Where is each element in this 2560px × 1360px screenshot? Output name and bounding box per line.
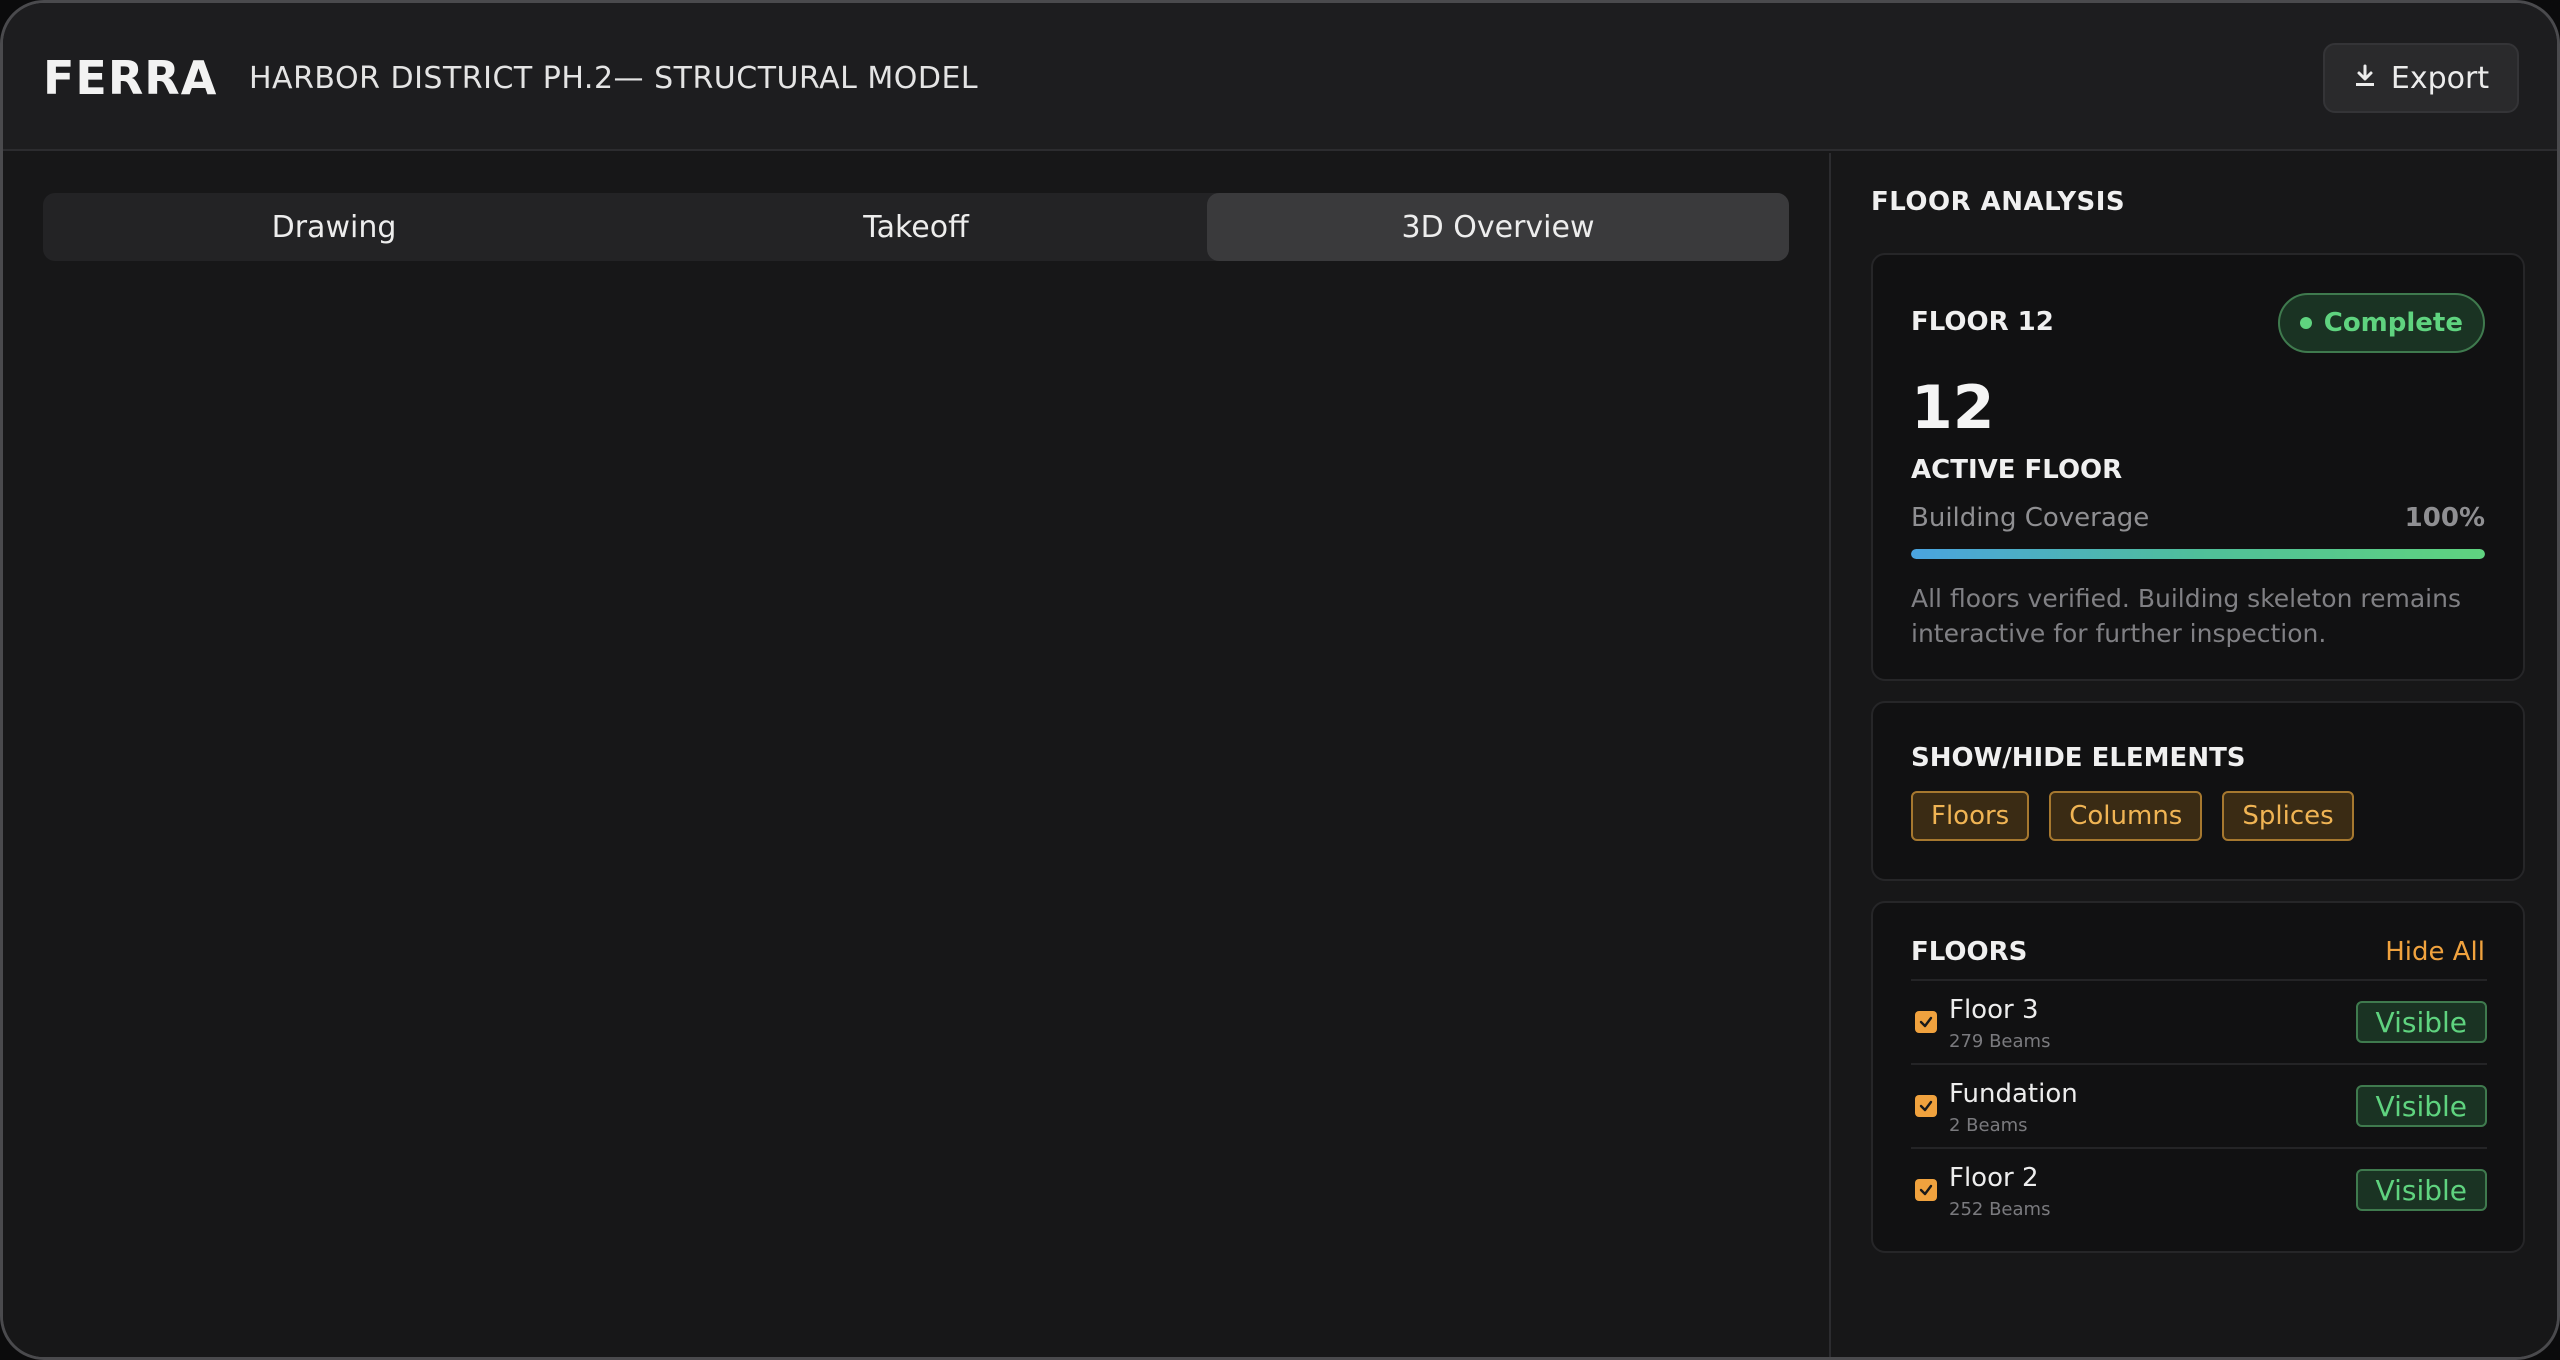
floor-name: Floor 3 xyxy=(1949,995,2039,1025)
floor-analysis-sidebar: FLOOR ANALYSIS FLOOR 12 Complete 12 ACTI… xyxy=(1829,153,2557,1357)
floor-label: FLOOR 12 xyxy=(1911,307,2054,337)
floors-card: FLOORS Hide All Floor 3 279 Beams Visibl… xyxy=(1871,901,2525,1253)
show-hide-elements-card: SHOW/HIDE ELEMENTS Floors Columns Splice… xyxy=(1871,701,2525,881)
app-header: FERRA HARBOR DISTRICT PH.2— STRUCTURAL M… xyxy=(3,3,2557,151)
view-tab-bar: Drawing Takeoff 3D Overview xyxy=(43,193,1789,261)
floor-row: Fundation 2 Beams Visible xyxy=(1911,1063,2487,1147)
coverage-label: Building Coverage xyxy=(1911,503,2150,533)
floor-number: 12 xyxy=(1911,373,1995,443)
toggle-columns-chip[interactable]: Columns xyxy=(2049,791,2203,841)
tab-3d-overview[interactable]: 3D Overview xyxy=(1207,193,1789,261)
show-hide-heading: SHOW/HIDE ELEMENTS xyxy=(1911,743,2246,773)
coverage-progress-bar xyxy=(1911,549,2485,559)
coverage-progress-fill xyxy=(1911,549,2485,559)
floor-checkbox[interactable] xyxy=(1915,1179,1937,1201)
viewport-area[interactable]: Drawing Takeoff 3D Overview xyxy=(3,153,1829,1357)
floor-analysis-card: FLOOR 12 Complete 12 ACTIVE FLOOR Buildi… xyxy=(1871,253,2525,681)
status-text: Complete xyxy=(2323,308,2463,338)
check-icon xyxy=(1919,1016,1933,1028)
sidebar-title: FLOOR ANALYSIS xyxy=(1871,187,2126,217)
project-title: HARBOR DISTRICT PH.2— STRUCTURAL MODEL xyxy=(249,61,979,96)
visibility-toggle[interactable]: Visible xyxy=(2355,1169,2487,1211)
coverage-value: 100% xyxy=(2404,503,2485,533)
floor-list: Floor 3 279 Beams Visible Fundation 2 Be… xyxy=(1911,979,2487,1231)
check-icon xyxy=(1919,1100,1933,1112)
download-icon xyxy=(2353,61,2377,96)
tab-takeoff[interactable]: Takeoff xyxy=(625,193,1207,261)
analysis-note: All floors verified. Building skeleton r… xyxy=(1911,584,2461,648)
floor-name: Fundation xyxy=(1949,1079,2078,1109)
visibility-toggle[interactable]: Visible xyxy=(2355,1001,2487,1043)
toggle-splices-chip[interactable]: Splices xyxy=(2222,791,2354,841)
floor-beam-count: 279 Beams xyxy=(1949,1031,2051,1052)
check-icon xyxy=(1919,1184,1933,1196)
floor-beam-count: 252 Beams xyxy=(1949,1199,2051,1220)
export-label: Export xyxy=(2390,60,2490,96)
floors-heading: FLOORS xyxy=(1911,937,2028,967)
brand-logo: FERRA xyxy=(43,51,218,105)
floor-checkbox[interactable] xyxy=(1915,1095,1937,1117)
app-window: FERRA HARBOR DISTRICT PH.2— STRUCTURAL M… xyxy=(0,0,2560,1360)
toggle-floors-chip[interactable]: Floors xyxy=(1911,791,2030,841)
floor-row: Floor 3 279 Beams Visible xyxy=(1911,979,2487,1063)
element-toggle-row: Floors Columns Splices xyxy=(1911,791,2354,841)
floor-beam-count: 2 Beams xyxy=(1949,1115,2028,1136)
tab-drawing[interactable]: Drawing xyxy=(43,193,625,261)
visibility-toggle[interactable]: Visible xyxy=(2355,1085,2487,1127)
export-button[interactable]: Export xyxy=(2323,43,2519,113)
status-dot-icon xyxy=(2299,317,2312,329)
active-floor-label: ACTIVE FLOOR xyxy=(1911,455,2123,485)
status-badge: Complete xyxy=(2277,293,2485,353)
floor-name: Floor 2 xyxy=(1949,1163,2039,1193)
floor-checkbox[interactable] xyxy=(1915,1011,1937,1033)
hide-all-button[interactable]: Hide All xyxy=(2385,937,2485,967)
floor-row: Floor 2 252 Beams Visible xyxy=(1911,1147,2487,1231)
